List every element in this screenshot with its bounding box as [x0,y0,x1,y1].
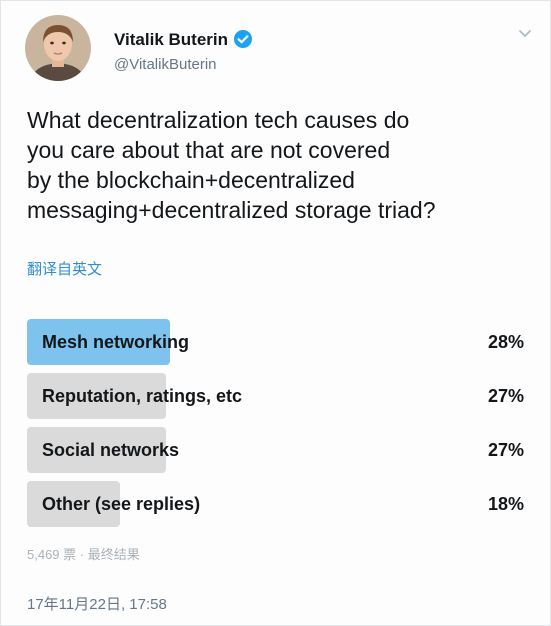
chevron-down-icon[interactable] [517,25,533,41]
poll-option-percent: 18% [487,494,524,514]
poll-option-label: Reputation, ratings, etc [42,386,243,406]
poll-option-percent: 28% [487,332,524,352]
translate-link[interactable]: 翻译自英文 [27,258,102,279]
poll-option-percent: 27% [487,440,524,460]
poll-option-label: Social networks [42,440,180,460]
author-handle[interactable]: @VitalikButerin [114,56,217,73]
poll-option-label: Mesh networking [42,332,190,352]
tweet-card: Vitalik Buterin @VitalikButerin What dec… [0,0,551,626]
divider [1,575,550,576]
tweet-text: What decentralization tech causes do you… [27,107,436,223]
poll-option[interactable]: Other (see replies) 18% [27,481,524,527]
poll-vote-summary: 5,469 票 · 最终结果 [27,547,140,562]
poll-option[interactable]: Social networks 27% [27,427,524,473]
tweet-header: Vitalik Buterin @VitalikButerin [25,15,535,85]
poll-option-percent: 27% [487,386,524,406]
poll-option[interactable]: Reputation, ratings, etc 27% [27,373,524,419]
avatar[interactable] [25,15,91,81]
tweet-timestamp[interactable]: 17年11月22日, 17:58 [27,593,167,614]
poll-option-label: Other (see replies) [42,494,201,514]
poll-option[interactable]: Mesh networking 28% [27,319,524,365]
verified-badge-icon [233,29,253,49]
author-name[interactable]: Vitalik Buterin [114,30,228,50]
poll: Mesh networking 28% Reputation, ratings,… [27,319,524,535]
